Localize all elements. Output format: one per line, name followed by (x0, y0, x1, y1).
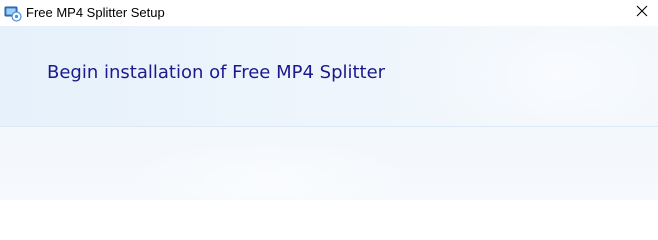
setup-window: Free MP4 Splitter Setup Begin installati… (0, 0, 658, 200)
close-button[interactable] (626, 0, 658, 26)
content-area: Begin installation of Free MP4 Splitter (0, 26, 658, 200)
background-glow-lower (120, 136, 420, 200)
title-bar: Free MP4 Splitter Setup (0, 0, 658, 26)
page-heading: Begin installation of Free MP4 Splitter (47, 62, 386, 83)
close-icon (636, 4, 648, 22)
window-title: Free MP4 Splitter Setup (26, 5, 165, 20)
installer-app-icon (4, 4, 22, 22)
